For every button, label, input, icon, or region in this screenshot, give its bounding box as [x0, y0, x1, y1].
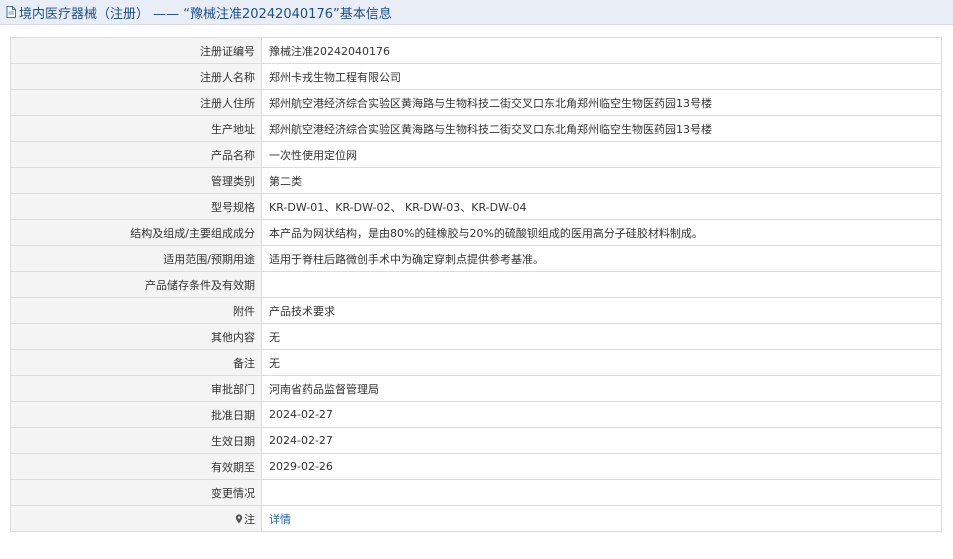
table-row: 批准日期 2024-02-27 [10, 401, 942, 428]
row-label: 适用范围/预期用途 [10, 245, 262, 272]
pin-icon [235, 513, 243, 524]
row-label: 其他内容 [10, 323, 262, 350]
info-table-wrapper: 注册证编号 豫械注准20242040176 注册人名称 郑州卡戎生物工程有限公司… [10, 37, 942, 532]
row-value: 郑州卡戎生物工程有限公司 [261, 63, 942, 90]
table-row: 管理类别 第二类 [10, 167, 942, 194]
table-row: 注册人住所 郑州航空港经济综合实验区黄海路与生物科技二街交叉口东北角郑州临空生物… [10, 89, 942, 116]
row-label: 生效日期 [10, 427, 262, 454]
info-table: 注册证编号 豫械注准20242040176 注册人名称 郑州卡戎生物工程有限公司… [10, 37, 942, 532]
row-label: 有效期至 [10, 453, 262, 480]
row-value: 无 [261, 349, 942, 376]
row-value: 一次性使用定位网 [261, 141, 942, 168]
table-row: 备注 无 [10, 349, 942, 376]
row-value: 产品技术要求 [261, 297, 942, 324]
row-value: 2029-02-26 [261, 453, 942, 480]
table-row: 生产地址 郑州航空港经济综合实验区黄海路与生物科技二街交叉口东北角郑州临空生物医… [10, 115, 942, 142]
row-label: 管理类别 [10, 167, 262, 194]
row-value: 河南省药品监督管理局 [261, 375, 942, 402]
row-label: 结构及组成/主要组成成分 [10, 219, 262, 246]
table-row: 注 详情 [10, 505, 942, 532]
row-value: 第二类 [261, 167, 942, 194]
row-label: 注册人名称 [10, 63, 262, 90]
table-row: 型号规格 KR-DW-01、KR-DW-02、 KR-DW-03、KR-DW-0… [10, 193, 942, 220]
row-label: 生产地址 [10, 115, 262, 142]
details-link[interactable]: 详情 [261, 505, 942, 532]
table-row: 审批部门 河南省药品监督管理局 [10, 375, 942, 402]
row-label: 注册证编号 [10, 37, 262, 64]
row-value: KR-DW-01、KR-DW-02、 KR-DW-03、KR-DW-04 [261, 193, 942, 220]
table-row: 生效日期 2024-02-27 [10, 427, 942, 454]
row-label: 产品名称 [10, 141, 262, 168]
table-row: 附件 产品技术要求 [10, 297, 942, 324]
table-row: 有效期至 2029-02-26 [10, 453, 942, 480]
table-row: 其他内容 无 [10, 323, 942, 350]
row-value [261, 271, 942, 298]
row-value: 无 [261, 323, 942, 350]
row-label: 附件 [10, 297, 262, 324]
row-value: 本产品为网状结构，是由80%的硅橡胶与20%的硫酸钡组成的医用高分子硅胶材料制成… [261, 219, 942, 246]
table-row: 注册人名称 郑州卡戎生物工程有限公司 [10, 63, 942, 90]
row-label: 审批部门 [10, 375, 262, 402]
row-value: 郑州航空港经济综合实验区黄海路与生物科技二街交叉口东北角郑州临空生物医药园13号… [261, 115, 942, 142]
row-value: 2024-02-27 [261, 427, 942, 454]
table-row: 产品名称 一次性使用定位网 [10, 141, 942, 168]
row-label: 变更情况 [10, 479, 262, 506]
table-row: 结构及组成/主要组成成分 本产品为网状结构，是由80%的硅橡胶与20%的硫酸钡组… [10, 219, 942, 246]
row-label: 型号规格 [10, 193, 262, 220]
table-row: 变更情况 [10, 479, 942, 506]
table-row: 注册证编号 豫械注准20242040176 [10, 37, 942, 64]
row-label: 注册人住所 [10, 89, 262, 116]
row-value: 适用于脊柱后路微创手术中为确定穿刺点提供参考基准。 [261, 245, 942, 272]
row-label: 备注 [10, 349, 262, 376]
row-label: 注 [244, 512, 255, 526]
table-row: 适用范围/预期用途 适用于脊柱后路微创手术中为确定穿刺点提供参考基准。 [10, 245, 942, 272]
document-icon [6, 6, 16, 18]
row-value: 豫械注准20242040176 [261, 37, 942, 64]
page-header: 境内医疗器械（注册） —— “豫械注准20242040176”基本信息 [0, 0, 953, 25]
row-value: 郑州航空港经济综合实验区黄海路与生物科技二街交叉口东北角郑州临空生物医药园13号… [261, 89, 942, 116]
table-row: 产品储存条件及有效期 [10, 271, 942, 298]
note-label-cell: 注 [10, 505, 262, 532]
row-label: 产品储存条件及有效期 [10, 271, 262, 298]
row-label: 批准日期 [10, 401, 262, 428]
row-value: 2024-02-27 [261, 401, 942, 428]
row-value [261, 479, 942, 506]
page-title: 境内医疗器械（注册） —— “豫械注准20242040176”基本信息 [19, 6, 392, 22]
